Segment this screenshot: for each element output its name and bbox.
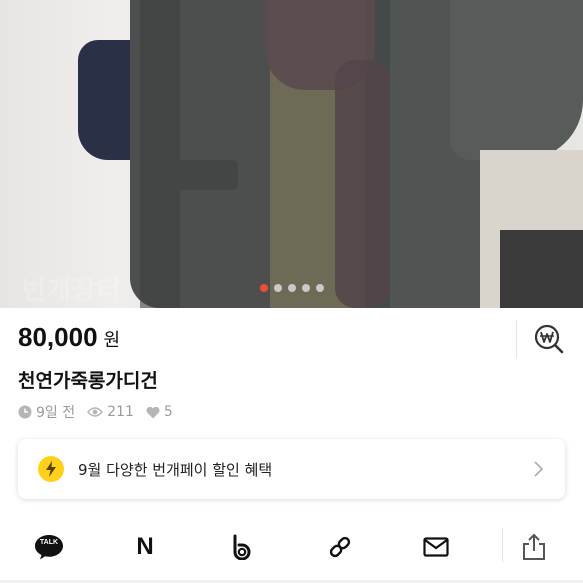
- carousel-dot[interactable]: [315, 284, 324, 292]
- price-row: 80,000 원: [18, 322, 120, 353]
- clock-icon: [18, 405, 32, 419]
- like-count-text: 5: [163, 404, 173, 420]
- photo-region: [500, 230, 583, 308]
- mail-icon: [423, 537, 449, 557]
- carousel-dot[interactable]: [273, 284, 282, 292]
- product-meta: 9일 전 211 5: [18, 402, 185, 422]
- view-count: 211: [87, 404, 134, 420]
- photo-region: [148, 160, 238, 190]
- divider: [502, 528, 503, 562]
- promo-text: 9월 다양한 번개페이 할인 혜택: [78, 460, 273, 479]
- divider: [516, 320, 517, 358]
- band-share-button[interactable]: [227, 532, 257, 562]
- price-value: 80,000: [18, 322, 98, 352]
- eye-icon: [87, 406, 104, 418]
- carousel-dot[interactable]: [259, 284, 268, 292]
- share-bar: TALK N: [0, 522, 583, 572]
- kakaotalk-share-button[interactable]: TALK: [34, 532, 64, 562]
- price-currency: 원: [103, 330, 121, 351]
- link-icon: [329, 536, 351, 558]
- time-ago-text: 9일 전: [36, 405, 76, 421]
- carousel-indicator: [0, 284, 583, 292]
- carousel-dot[interactable]: [301, 284, 310, 292]
- copy-link-button[interactable]: [325, 532, 355, 562]
- photo-region: [335, 60, 390, 308]
- like-count: 5: [146, 404, 173, 420]
- photo-region: [450, 0, 583, 160]
- share-more-button[interactable]: [519, 532, 549, 562]
- naver-share-button[interactable]: N: [130, 532, 160, 562]
- won-search-icon: [534, 324, 564, 354]
- bunpay-promo-banner[interactable]: 9월 다양한 번개페이 할인 혜택: [18, 439, 565, 499]
- carousel-dot[interactable]: [287, 284, 296, 292]
- mail-share-button[interactable]: [421, 532, 451, 562]
- kakaotalk-icon: [35, 535, 63, 560]
- product-photo[interactable]: 번개장터: [0, 0, 583, 308]
- band-icon: [233, 534, 251, 560]
- kakaotalk-label: TALK: [39, 539, 59, 546]
- heart-icon: [146, 406, 160, 419]
- chevron-right-icon: [534, 461, 543, 477]
- product-page: 번개장터 80,000 원 천연가죽롱가디건 9일 전 211 5 9월 다양한…: [0, 0, 583, 583]
- naver-icon: N: [136, 533, 154, 560]
- time-ago: 9일 전: [18, 402, 75, 422]
- price-compare-button[interactable]: [532, 322, 566, 356]
- lightning-icon: [38, 456, 64, 482]
- view-count-text: 211: [107, 404, 134, 420]
- photo-region: [140, 0, 180, 308]
- share-icon: [523, 533, 545, 560]
- product-title: 천연가죽롱가디건: [18, 370, 158, 392]
